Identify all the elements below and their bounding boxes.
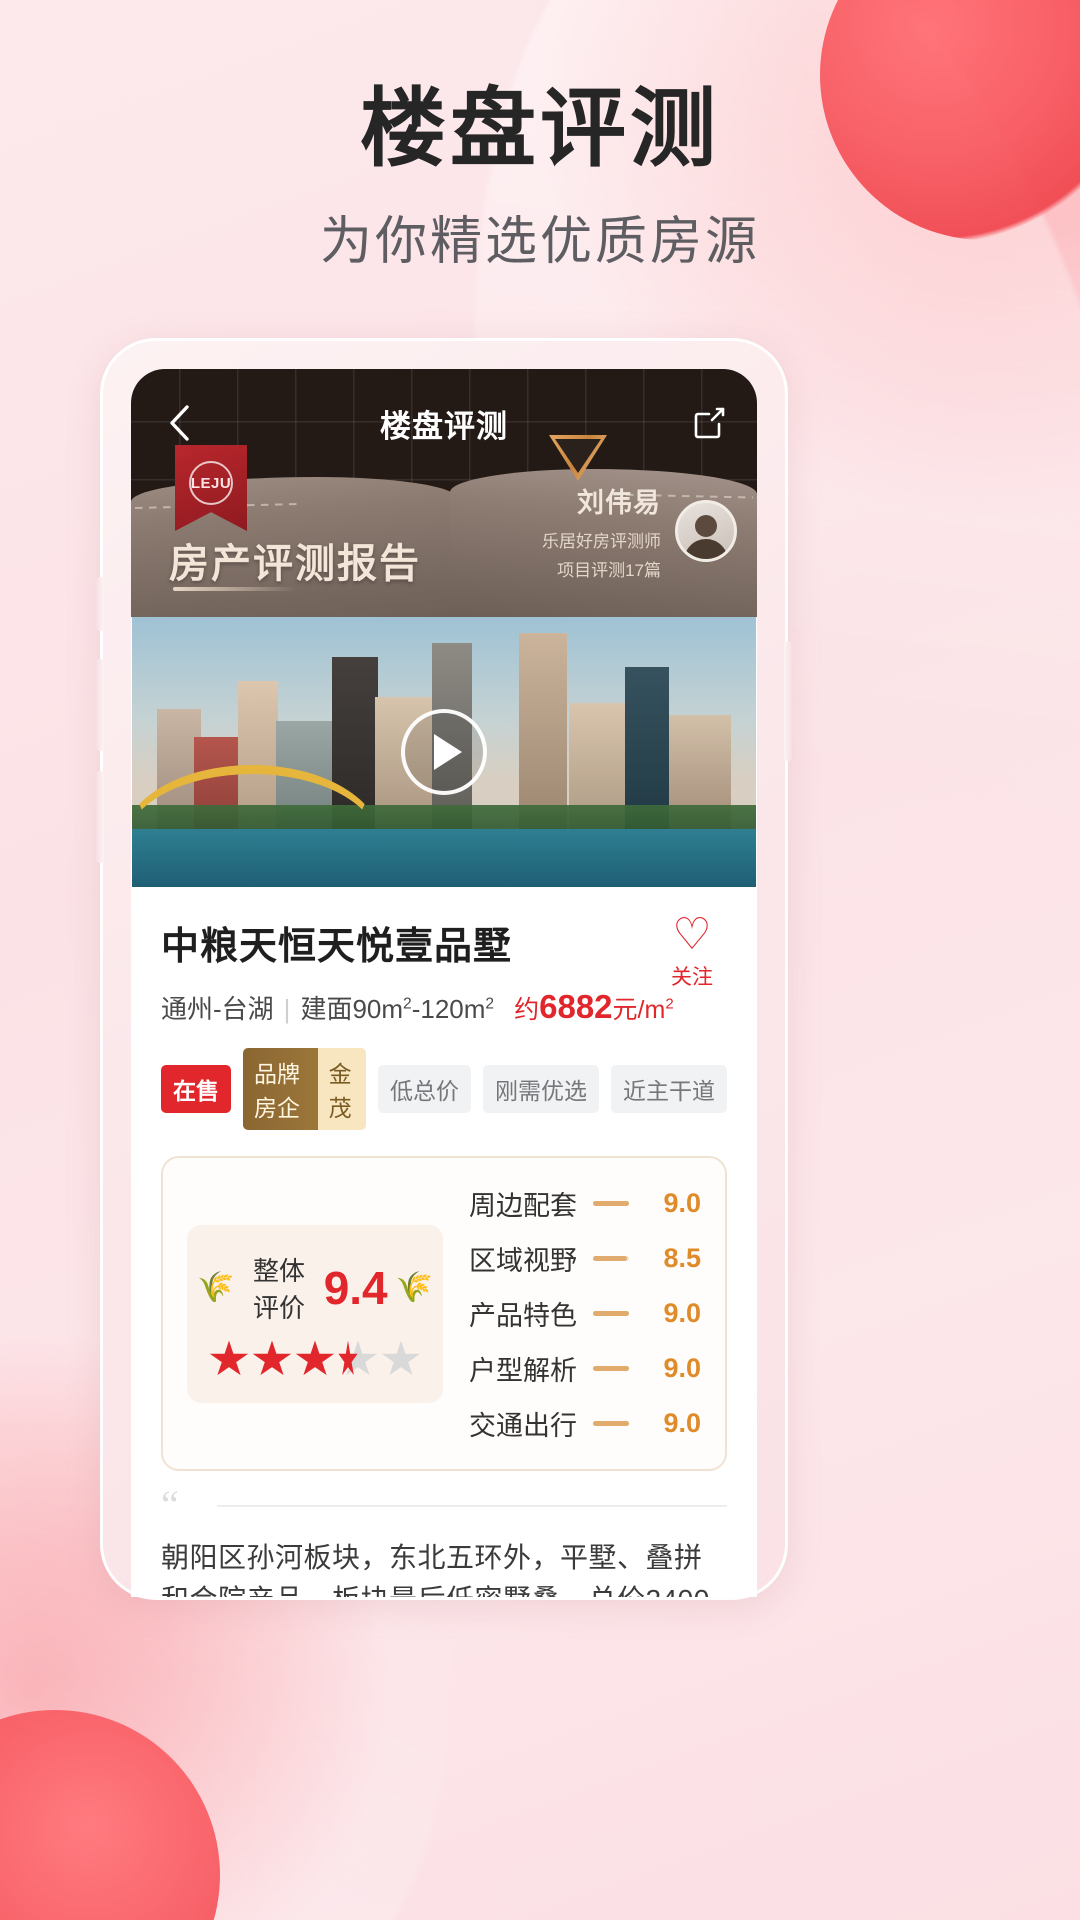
overall-rating-score: 9.4 (323, 1261, 388, 1314)
tag-brand[interactable]: 品牌房企 金茂 (243, 1048, 366, 1130)
metric-row: 区域视野 8.5 (469, 1239, 701, 1278)
phone-button-power (784, 641, 792, 761)
leju-logo-text: LEJU (189, 461, 233, 505)
share-button[interactable] (685, 399, 733, 447)
quote-divider (217, 1505, 727, 1507)
play-icon[interactable] (401, 709, 487, 795)
overall-rating: 🌾 整体评价 9.4 🌾 (187, 1224, 443, 1403)
quote-text: 朝阳区孙河板块，东北五环外，平墅、叠拼和合院产品。板块最后低密墅叠，总价2400… (161, 1542, 709, 1597)
reviewer-block[interactable]: 刘伟易 乐居好房评测师 项目评测17篇 (542, 481, 737, 581)
metric-bar (593, 1366, 629, 1371)
metric-value: 9.0 (663, 1188, 701, 1218)
property-area: 建面90m2-120m2 (300, 994, 495, 1024)
price-unit: 元/m2 (612, 995, 674, 1024)
metric-label: 户型解析 (469, 1356, 577, 1386)
metric-value: 9.0 (663, 1408, 701, 1438)
overall-rating-line: 🌾 整体评价 9.4 🌾 (197, 1251, 433, 1325)
video-river (132, 829, 756, 887)
wheat-left-icon: 🌾 (197, 1271, 235, 1304)
favorite-button[interactable]: ♡ 关注 (657, 913, 727, 991)
phone-button-volume-up (96, 659, 104, 751)
phone-mockup: 楼盘评测 LEJU 房产评测报告 刘伟易 乐居好房评测师 项目评测17篇 中粮天… (96, 338, 792, 1600)
price-value: 6882 (539, 988, 613, 1025)
phone-button-mute (96, 577, 104, 631)
reviewer-review-count: 项目评测17篇 (557, 561, 661, 580)
metric-label: 产品特色 (469, 1301, 577, 1331)
share-icon (694, 407, 725, 439)
report-banner: LEJU 房产评测报告 刘伟易 乐居好房评测师 项目评测17篇 (131, 435, 757, 617)
rating-metrics: 周边配套 9.0 区域视野 8.5 产品特色 9.0 户型解析 9.0 交通出行… (469, 1184, 701, 1443)
star-icon (295, 1340, 335, 1379)
metric-bar (593, 1421, 629, 1426)
property-name: 中粮天恒天悦壹品墅 (161, 926, 513, 968)
video-thumbnail[interactable] (132, 617, 756, 887)
property-tags: 在售 品牌房企 金茂 低总价 刚需优选 近主干道 (161, 1048, 727, 1130)
property-meta: 通州-台湖 | 建面90m2-120m2 约6882元/m2 (161, 988, 727, 1026)
tag-near-road[interactable]: 近主干道 (611, 1065, 727, 1113)
wheat-right-icon: 🌾 (395, 1271, 433, 1304)
report-title-underline (173, 587, 297, 591)
heart-icon: ♡ (672, 910, 712, 959)
overall-rating-label: 整体评价 (253, 1255, 306, 1323)
meta-separator: | (283, 994, 291, 1024)
avatar[interactable] (675, 500, 737, 562)
review-quote: “ 朝阳区孙河板块，东北五环外，平墅、叠拼和合院产品。板块最后低密墅叠，总价24… (161, 1485, 727, 1597)
metric-row: 周边配套 9.0 (469, 1184, 701, 1223)
price-prefix: 约 (514, 996, 540, 1024)
property-info: 中粮天恒天悦壹品墅 通州-台湖 | 建面90m2-120m2 约6882元/m2… (131, 887, 757, 1130)
metric-bar (593, 1311, 629, 1316)
rating-card: 🌾 整体评价 9.4 🌾 周边配套 9.0 区域视野 8.5 产品特色 9.0 … (161, 1156, 727, 1471)
tag-status[interactable]: 在售 (161, 1065, 231, 1113)
tag-low-price[interactable]: 低总价 (378, 1065, 471, 1113)
favorite-label: 关注 (671, 966, 713, 989)
property-price: 约6882元/m2 (514, 988, 674, 1026)
star-half-icon (338, 1340, 378, 1379)
metric-row: 户型解析 9.0 (469, 1349, 701, 1388)
metric-label: 区域视野 (469, 1246, 577, 1276)
back-button[interactable] (155, 399, 203, 447)
star-rating (197, 1340, 433, 1379)
metric-value: 9.0 (663, 1298, 701, 1328)
star-empty-icon (381, 1340, 421, 1379)
metric-bar (593, 1201, 629, 1206)
star-icon (209, 1340, 249, 1379)
quote-mark-icon: “ (161, 1482, 179, 1527)
tag-brand-left: 品牌房企 (243, 1048, 318, 1130)
reviewer-name: 刘伟易 (577, 488, 661, 518)
promo-headings: 楼盘评测 为你精选优质房源 (0, 82, 1080, 274)
metric-value: 8.5 (663, 1243, 701, 1273)
nav-title: 楼盘评测 (380, 408, 508, 444)
metric-label: 周边配套 (469, 1191, 577, 1221)
metric-row: 产品特色 9.0 (469, 1294, 701, 1333)
property-district: 通州-台湖 (161, 994, 274, 1024)
app-header: 楼盘评测 LEJU 房产评测报告 刘伟易 乐居好房评测师 项目评测17篇 (131, 369, 757, 617)
chevron-left-icon (170, 405, 189, 441)
page-subtitle: 为你精选优质房源 (319, 212, 760, 271)
metric-label: 交通出行 (469, 1411, 577, 1441)
metric-bar (593, 1256, 629, 1261)
tag-first-home[interactable]: 刚需优选 (483, 1065, 599, 1113)
phone-screen: 楼盘评测 LEJU 房产评测报告 刘伟易 乐居好房评测师 项目评测17篇 中粮天… (131, 369, 757, 1597)
reviewer-text: 刘伟易 乐居好房评测师 项目评测17篇 (542, 481, 661, 581)
star-icon (252, 1340, 292, 1379)
page-title: 楼盘评测 (360, 81, 720, 177)
reviewer-role: 乐居好房评测师 (542, 532, 661, 551)
metric-row: 交通出行 9.0 (469, 1404, 701, 1443)
metric-value: 9.0 (663, 1353, 701, 1383)
report-title: 房产评测报告 (169, 542, 421, 586)
video-building (518, 633, 567, 829)
phone-button-volume-down (96, 771, 104, 863)
tag-brand-right: 金茂 (317, 1048, 366, 1130)
